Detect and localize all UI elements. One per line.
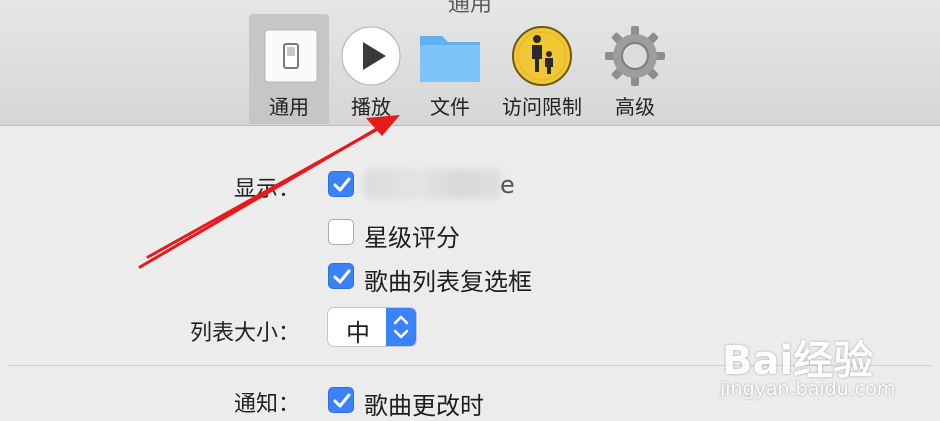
watermark-url: jingyan.baidu.com bbox=[720, 378, 896, 400]
